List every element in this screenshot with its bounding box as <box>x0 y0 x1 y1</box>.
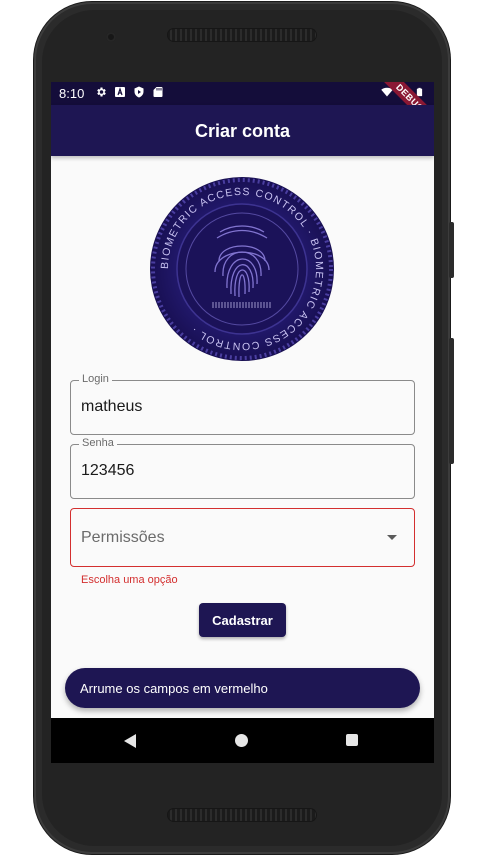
permissions-dropdown[interactable]: Permissões <box>70 508 415 567</box>
app-bar: Criar conta <box>51 105 434 156</box>
password-value: 123456 <box>81 462 135 479</box>
shield-play-icon <box>134 86 144 98</box>
a-icon <box>115 87 125 97</box>
volume-button <box>449 222 454 278</box>
power-button <box>449 338 454 464</box>
bottom-speaker-grille <box>167 808 317 822</box>
page-title: Criar conta <box>194 121 291 141</box>
front-camera <box>106 32 116 42</box>
app-screen: 8:10 DEBUG Criar conta BIOMETRIC ACCESS … <box>51 82 434 763</box>
home-icon[interactable] <box>235 734 248 747</box>
password-field[interactable]: Senha 123456 <box>70 437 415 499</box>
settings-icon <box>97 87 106 97</box>
status-icons-left <box>95 86 164 98</box>
nav-bar <box>51 718 434 763</box>
submit-button[interactable]: Cadastrar <box>199 603 286 637</box>
back-icon[interactable] <box>123 733 137 749</box>
status-time: 8:10 <box>59 86 85 101</box>
snackbar: Arrume os campos em vermelho <box>65 668 420 708</box>
login-label: Login <box>79 373 112 385</box>
top-speaker-grille <box>167 28 317 42</box>
permissions-error: Escolha uma opção <box>81 574 178 586</box>
recents-icon[interactable] <box>346 734 358 746</box>
status-bar: 8:10 DEBUG <box>51 82 434 139</box>
logo-inner-disc <box>176 203 308 335</box>
biometric-logo: BIOMETRIC ACCESS CONTROL · BIOMETRIC ACC… <box>150 177 334 361</box>
sd-card-icon <box>153 87 163 97</box>
password-label: Senha <box>79 437 117 449</box>
snackbar-message: Arrume os campos em vermelho <box>80 680 268 696</box>
login-field[interactable]: Login matheus <box>70 373 415 435</box>
dropdown-arrow-icon <box>387 535 397 540</box>
login-value: matheus <box>81 398 143 415</box>
permissions-placeholder: Permissões <box>81 529 165 546</box>
